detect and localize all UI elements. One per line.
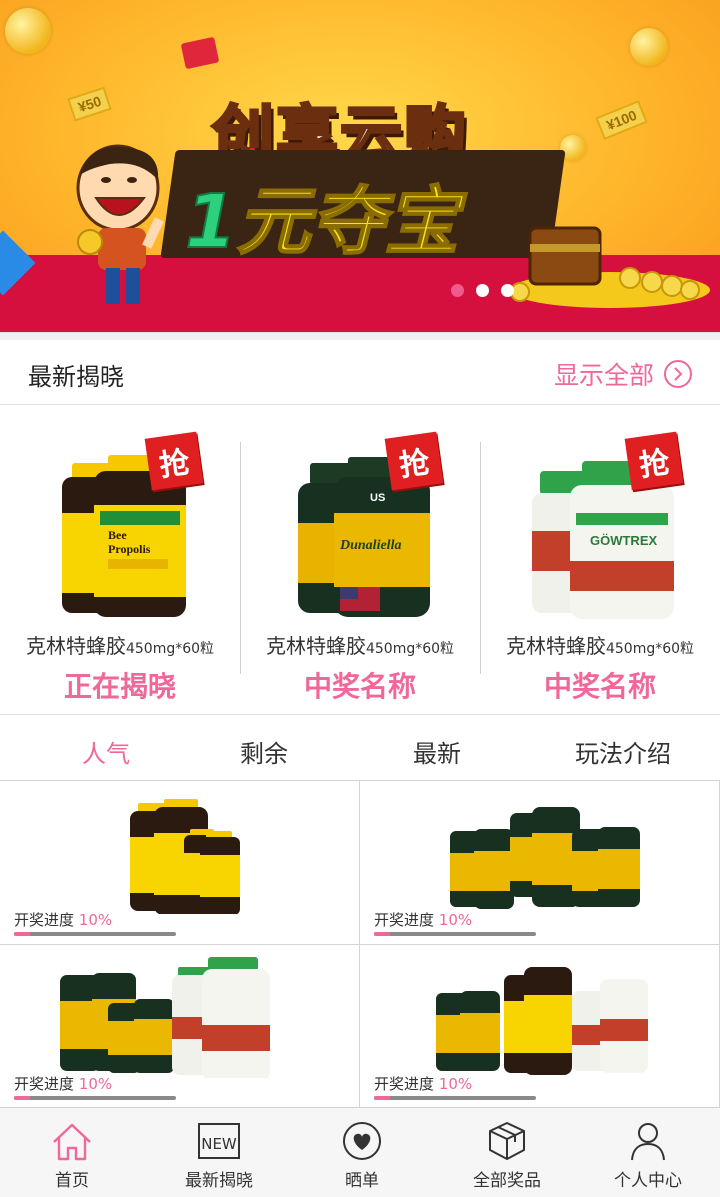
draw-progress-percent: 10% bbox=[78, 1075, 113, 1093]
show-all-label: 显示全部 bbox=[553, 361, 654, 390]
new-icon: NEW bbox=[198, 1123, 240, 1159]
dunaliella-group-image bbox=[450, 807, 640, 909]
product-card[interactable]: 开奖进度 10% bbox=[360, 781, 720, 945]
draw-progress-percent: 10% bbox=[78, 911, 113, 929]
nav-profile[interactable]: 个人中心 bbox=[576, 1108, 720, 1197]
box-icon bbox=[489, 1122, 525, 1160]
bottom-navigation: 首页 NEW 最新揭晓 晒单 全部奖品 个人中心 bbox=[0, 1107, 720, 1197]
draw-progress-bar bbox=[374, 932, 536, 936]
draw-progress-bar bbox=[374, 1096, 536, 1100]
product-card[interactable]: 开奖进度 10% bbox=[0, 781, 360, 945]
grab-badge: 抢 bbox=[384, 431, 444, 491]
tab-popular[interactable]: 人气 bbox=[82, 734, 130, 769]
sort-tabs: 人气 剩余 最新 玩法介绍 bbox=[0, 716, 720, 780]
nav-label: 晒单 bbox=[345, 1171, 379, 1191]
nav-show-orders[interactable]: 晒单 bbox=[290, 1108, 434, 1197]
latest-reveal-item[interactable]: GÖWTREX 抢 克林特蜂胶450mg*60粒 中奖名称 bbox=[480, 405, 720, 715]
latest-reveal-item[interactable]: US Dunaliella 抢 克林特蜂胶450mg*60粒 中奖名称 bbox=[240, 405, 480, 715]
product-name-text: 克林特蜂胶 bbox=[25, 634, 126, 658]
tab-newest[interactable]: 最新 bbox=[413, 734, 461, 769]
svg-text:Bee: Bee bbox=[108, 528, 127, 542]
draw-progress-percent: 10% bbox=[438, 911, 473, 929]
draw-progress-label: 开奖进度 10% bbox=[374, 909, 472, 930]
draw-progress-text: 开奖进度 bbox=[374, 1075, 435, 1093]
grab-badge: 抢 bbox=[144, 431, 204, 491]
svg-text:US: US bbox=[370, 492, 385, 504]
product-name-text: 克林特蜂胶 bbox=[505, 634, 606, 658]
bee-propolis-group-image bbox=[130, 799, 240, 914]
nav-label: 首页 bbox=[55, 1171, 89, 1191]
product-name-text: 克林特蜂胶 bbox=[265, 634, 366, 658]
carousel-dot[interactable] bbox=[451, 284, 464, 297]
nav-all-prizes[interactable]: 全部奖品 bbox=[435, 1108, 579, 1197]
nav-latest[interactable]: NEW 最新揭晓 bbox=[147, 1108, 291, 1197]
draw-progress-fill bbox=[374, 1096, 391, 1100]
product-card[interactable]: 开奖进度 10% bbox=[0, 945, 360, 1109]
draw-progress-text: 开奖进度 bbox=[374, 911, 435, 929]
product-name: 克林特蜂胶450mg*60粒 bbox=[480, 630, 720, 659]
coin-decoration bbox=[5, 8, 51, 54]
product-name: 克林特蜂胶450mg*60粒 bbox=[240, 630, 480, 659]
treasure-chest-illustration bbox=[510, 226, 710, 308]
section-divider bbox=[0, 332, 720, 340]
draw-progress-percent: 10% bbox=[438, 1075, 473, 1093]
show-all-link[interactable]: 显示全部 bbox=[554, 356, 692, 392]
product-name: 克林特蜂胶450mg*60粒 bbox=[0, 630, 240, 659]
draw-progress-bar bbox=[14, 1096, 176, 1100]
money-note-left: ¥50 bbox=[67, 86, 113, 122]
reveal-status: 正在揭晓 bbox=[63, 670, 176, 703]
draw-progress-fill bbox=[374, 932, 391, 936]
grab-badge: 抢 bbox=[624, 431, 684, 491]
user-icon bbox=[631, 1123, 665, 1161]
draw-progress-text: 开奖进度 bbox=[14, 911, 75, 929]
tab-how-to-play[interactable]: 玩法介绍 bbox=[575, 734, 671, 769]
banner-title-text: 元夺宝 bbox=[236, 178, 460, 266]
svg-text:NEW: NEW bbox=[201, 1135, 237, 1153]
carousel-dot[interactable] bbox=[501, 284, 514, 297]
chevron-right-icon bbox=[664, 360, 692, 388]
carousel-indicator bbox=[451, 284, 514, 297]
product-grid: 开奖进度 10% 开奖进度 10% 开奖进度 10% 开奖进度 10% bbox=[0, 780, 720, 1109]
mixed-group-image bbox=[436, 967, 648, 1075]
latest-reveal-header: 最新揭晓 显示全部 bbox=[0, 340, 720, 405]
banner-title-number: 1 bbox=[184, 178, 237, 266]
reveal-status: 中奖名称 bbox=[303, 670, 416, 703]
section-title: 最新揭晓 bbox=[28, 363, 124, 391]
nav-label: 个人中心 bbox=[614, 1171, 682, 1191]
home-icon bbox=[53, 1123, 91, 1161]
reveal-status: 中奖名称 bbox=[543, 670, 656, 703]
nav-label: 全部奖品 bbox=[473, 1171, 541, 1191]
product-card[interactable]: 开奖进度 10% bbox=[360, 945, 720, 1109]
banner-title-bottom: 1元夺宝 bbox=[184, 162, 460, 269]
draw-progress-text: 开奖进度 bbox=[14, 1075, 75, 1093]
coin-decoration bbox=[630, 28, 668, 66]
product-spec: 450mg*60粒 bbox=[125, 641, 215, 657]
nav-label: 最新揭晓 bbox=[185, 1171, 253, 1191]
heart-icon bbox=[343, 1122, 381, 1160]
latest-reveal-list: Bee Propolis 抢 克林特蜂胶450mg*60粒 正在揭晓 US Du… bbox=[0, 405, 720, 715]
tab-remaining[interactable]: 剩余 bbox=[240, 734, 288, 769]
nav-home[interactable]: 首页 bbox=[0, 1108, 144, 1197]
svg-text:Dunaliella: Dunaliella bbox=[339, 538, 401, 553]
red-envelope-decoration bbox=[180, 36, 220, 70]
draw-progress-label: 开奖进度 10% bbox=[14, 909, 112, 930]
draw-progress-label: 开奖进度 10% bbox=[374, 1073, 472, 1094]
draw-progress-label: 开奖进度 10% bbox=[14, 1073, 112, 1094]
money-note-right: ¥100 bbox=[595, 100, 648, 140]
carousel-dot[interactable] bbox=[476, 284, 489, 297]
draw-progress-bar bbox=[14, 932, 176, 936]
latest-reveal-item[interactable]: Bee Propolis 抢 克林特蜂胶450mg*60粒 正在揭晓 bbox=[0, 405, 240, 715]
draw-progress-fill bbox=[14, 1096, 31, 1100]
draw-progress-fill bbox=[14, 932, 31, 936]
dunaliella-gowtrex-group-image bbox=[60, 957, 270, 1078]
svg-text:Propolis: Propolis bbox=[108, 542, 151, 556]
product-spec: 450mg*60粒 bbox=[605, 641, 695, 657]
promo-banner[interactable]: ¥50 ¥100 创享云购 1元夺宝 bbox=[0, 0, 720, 332]
svg-text:GÖWTREX: GÖWTREX bbox=[590, 533, 657, 548]
product-spec: 450mg*60粒 bbox=[365, 641, 455, 657]
cartoon-man-illustration bbox=[76, 144, 164, 304]
